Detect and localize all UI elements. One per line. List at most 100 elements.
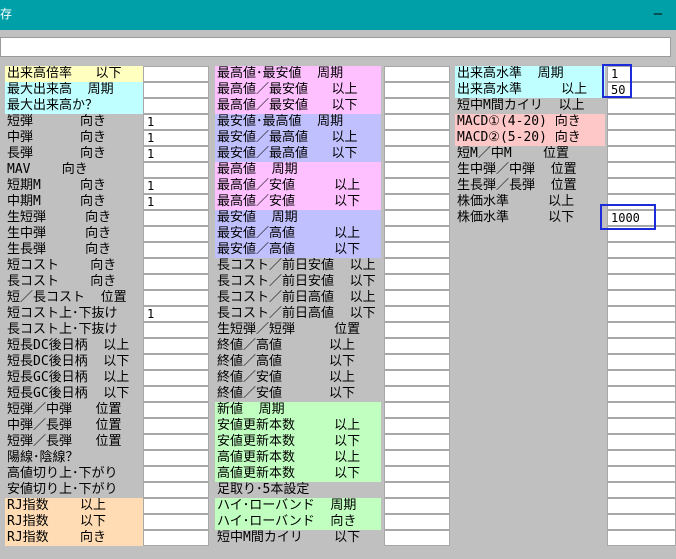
col2-value-field-26[interactable] [384, 466, 450, 482]
col1-value-field-20[interactable] [143, 370, 209, 386]
col3-value-field-17[interactable] [607, 322, 676, 338]
col2-value-field-6[interactable] [384, 146, 450, 162]
col2-value-field-4[interactable] [384, 114, 450, 130]
col1-value-field-4[interactable]: 1 [143, 114, 209, 130]
col1-value-field-28[interactable] [143, 498, 209, 514]
col2-label-26: 高値更新本数 以下 [215, 466, 381, 482]
col1-label-9: 中期M 向き [7, 194, 106, 209]
col1-value-field-18[interactable] [143, 338, 209, 354]
col3-value-field-3[interactable] [607, 98, 676, 114]
col3-label-22 [455, 402, 605, 418]
col1-value-field-16[interactable]: 1 [143, 306, 209, 322]
col1-value-field-14[interactable] [143, 274, 209, 290]
col2-value-field-25[interactable] [384, 450, 450, 466]
col2-value-field-16[interactable] [384, 306, 450, 322]
col2-value-field-9[interactable] [384, 194, 450, 210]
col1-value-field-10[interactable] [143, 210, 209, 226]
col3-value-field-13[interactable] [607, 258, 676, 274]
col2-value-field-1[interactable] [384, 66, 450, 82]
col1-value-field-29[interactable] [143, 514, 209, 530]
col2-value-field-10[interactable] [384, 210, 450, 226]
col3-label-16 [455, 306, 605, 322]
col1-value-field-3[interactable] [143, 98, 209, 114]
col3-value-field-30[interactable] [607, 530, 676, 546]
col3-value-field-21[interactable] [607, 386, 676, 402]
col2-value-field-29[interactable] [384, 514, 450, 530]
col3-label-25 [455, 450, 605, 466]
col1-value-field-6[interactable]: 1 [143, 146, 209, 162]
col3-value-field-16[interactable] [607, 306, 676, 322]
col1-value-field-30[interactable] [143, 530, 209, 546]
col2-value-field-24[interactable] [384, 434, 450, 450]
col1-value-field-26[interactable] [143, 466, 209, 482]
col3-value-field-29[interactable] [607, 514, 676, 530]
col3-value-field-28[interactable] [607, 498, 676, 514]
col3-value-field-7[interactable] [607, 162, 676, 178]
col3-value-field-12[interactable] [607, 242, 676, 258]
col1-value-field-15[interactable] [143, 290, 209, 306]
minimize-button[interactable]: — [646, 3, 670, 25]
col2-value-field-7[interactable] [384, 162, 450, 178]
selection-highlight-volume [602, 64, 632, 98]
col3-value-field-23[interactable] [607, 418, 676, 434]
col1-value-field-19[interactable] [143, 354, 209, 370]
col1-value-field-5[interactable]: 1 [143, 130, 209, 146]
col1-value-field-23[interactable] [143, 418, 209, 434]
top-input-field[interactable] [0, 37, 671, 57]
col1-value-field-27[interactable] [143, 482, 209, 498]
col1-value-field-11[interactable] [143, 226, 209, 242]
col2-value-field-30[interactable] [384, 530, 450, 546]
col3-value-field-20[interactable] [607, 370, 676, 386]
col2-value-field-19[interactable] [384, 354, 450, 370]
col3-value-field-14[interactable] [607, 274, 676, 290]
col1-label-21: 短長GC後日柄 以下 [7, 386, 130, 401]
col2-value-field-23[interactable] [384, 418, 450, 434]
col2-value-field-3[interactable] [384, 98, 450, 114]
col3-value-field-25[interactable] [607, 450, 676, 466]
col1-value-field-21[interactable] [143, 386, 209, 402]
col2-value-field-20[interactable] [384, 370, 450, 386]
col2-value-field-12[interactable] [384, 242, 450, 258]
col1-value-field-9[interactable]: 1 [143, 194, 209, 210]
col2-value-field-17[interactable] [384, 322, 450, 338]
col1-value-field-22[interactable] [143, 402, 209, 418]
col1-value-field-1[interactable] [143, 66, 209, 82]
col3-label-4: MACD①(4-20) 向き [455, 114, 605, 130]
col2-value-field-28[interactable] [384, 498, 450, 514]
col2-value-field-11[interactable] [384, 226, 450, 242]
col1-value-field-8[interactable]: 1 [143, 178, 209, 194]
col2-value-field-5[interactable] [384, 130, 450, 146]
col2-value-field-2[interactable] [384, 82, 450, 98]
col1-value-field-17[interactable] [143, 322, 209, 338]
col2-value-field-15[interactable] [384, 290, 450, 306]
col3-value-field-8[interactable] [607, 178, 676, 194]
col2-value-field-8[interactable] [384, 178, 450, 194]
col1-value-field-25[interactable] [143, 450, 209, 466]
col3-value-field-15[interactable] [607, 290, 676, 306]
col2-value-field-22[interactable] [384, 402, 450, 418]
col1-value-field-13[interactable] [143, 258, 209, 274]
col3-value-field-26[interactable] [607, 466, 676, 482]
col1-label-14: 長コスト 向き [7, 274, 117, 289]
col3-value-field-5[interactable] [607, 130, 676, 146]
col1-value-field-24[interactable] [143, 434, 209, 450]
col3-value-field-18[interactable] [607, 338, 676, 354]
col3-value-field-19[interactable] [607, 354, 676, 370]
col2-value-field-21[interactable] [384, 386, 450, 402]
col3-value-field-4[interactable] [607, 114, 676, 130]
col2-value-field-18[interactable] [384, 338, 450, 354]
col1-value-field-2[interactable] [143, 82, 209, 98]
col2-label-15: 長コスト／前日高値 以上 [217, 290, 376, 305]
col1-label-3: 最大出来高か？ [5, 98, 143, 114]
col2-value-field-14[interactable] [384, 274, 450, 290]
col1-value-field-12[interactable] [143, 242, 209, 258]
col3-value-field-24[interactable] [607, 434, 676, 450]
col2-value-field-27[interactable] [384, 482, 450, 498]
col3-value-field-27[interactable] [607, 482, 676, 498]
col3-label-19 [455, 354, 605, 370]
col3-value-field-6[interactable] [607, 146, 676, 162]
col2-value-field-13[interactable] [384, 258, 450, 274]
col1-value-field-7[interactable] [143, 162, 209, 178]
col3-value-field-22[interactable] [607, 402, 676, 418]
col1-label-11: 生中弾 向き [7, 226, 112, 241]
